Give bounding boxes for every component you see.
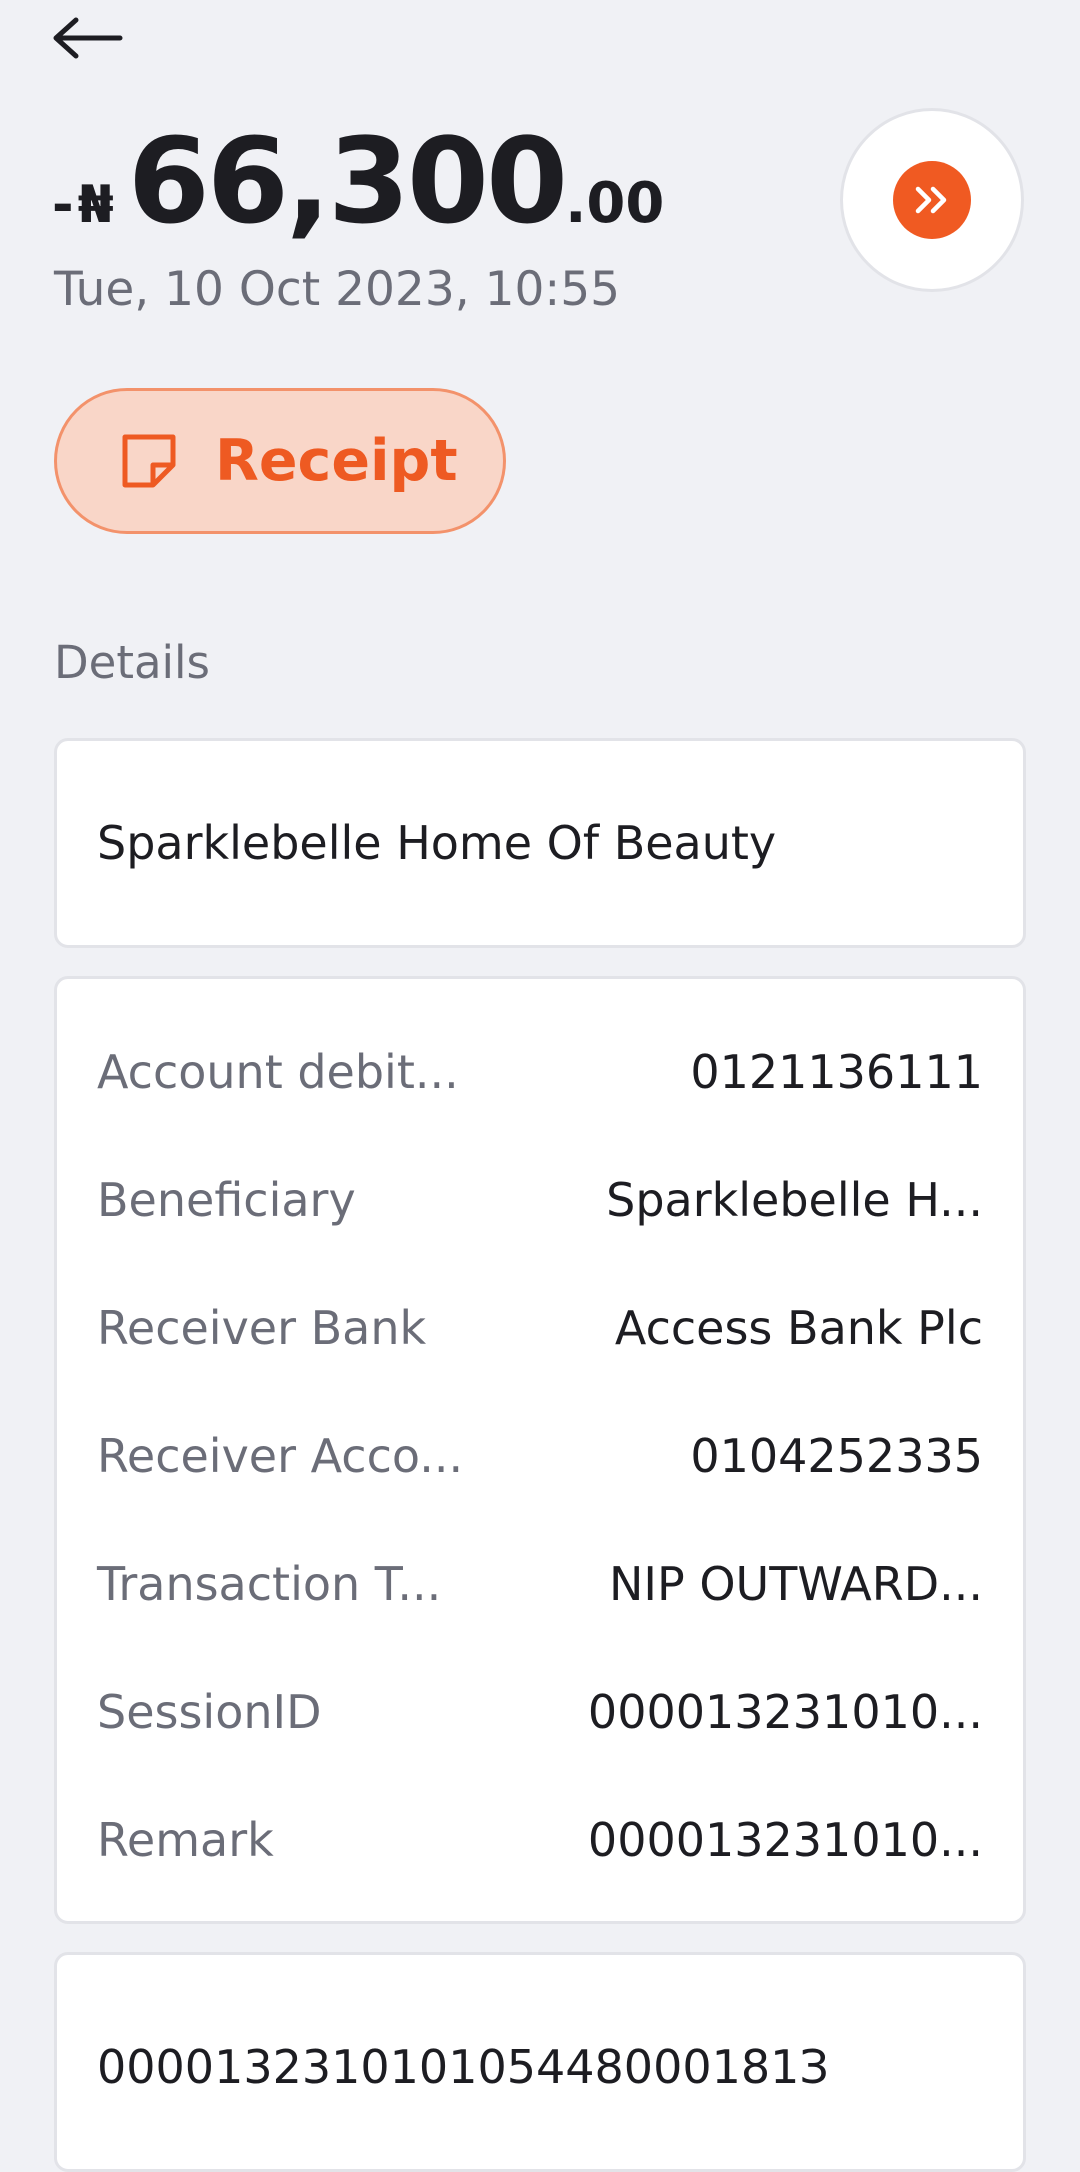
detail-value: 0104252335	[690, 1429, 983, 1483]
amount-sign: -	[52, 175, 74, 235]
receipt-note-icon	[122, 434, 176, 488]
detail-label: Account debit...	[97, 1045, 459, 1099]
detail-row-account-debited: Account debit... 0121136111	[97, 1039, 983, 1167]
detail-row-session-id: SessionID 000013231010...	[97, 1679, 983, 1807]
detail-row-remark: Remark 000013231010...	[97, 1807, 983, 1935]
detail-label: SessionID	[97, 1685, 322, 1739]
detail-label: Receiver Acco...	[97, 1429, 464, 1483]
amount-whole: 66,300	[127, 112, 568, 250]
reference-card: 000013231010105448000181З	[54, 1952, 1026, 2172]
back-button[interactable]	[50, 8, 130, 68]
detail-value: Sparklebelle H...	[606, 1173, 983, 1227]
transaction-amount: - ₦ 66,300 .00	[52, 112, 664, 250]
detail-label: Receiver Bank	[97, 1301, 427, 1355]
transaction-datetime: Tue, 10 Oct 2023, 10:55	[54, 262, 621, 317]
currency-symbol: ₦	[77, 175, 114, 235]
detail-label: Remark	[97, 1813, 274, 1867]
detail-value: NIP OUTWARD...	[609, 1557, 983, 1611]
arrow-left-icon	[53, 17, 123, 59]
detail-row-receiver-account: Receiver Acco... 0104252335	[97, 1423, 983, 1551]
double-chevron-right-icon	[893, 161, 971, 239]
beneficiary-name-card: Sparklebelle Home Of Beauty	[54, 738, 1026, 948]
detail-value: 000013231010...	[587, 1685, 983, 1739]
detail-value: 0121136111	[690, 1045, 983, 1099]
amount-fraction: .00	[565, 171, 665, 236]
detail-value: 000013231010...	[587, 1813, 983, 1867]
receipt-button[interactable]: Receipt	[54, 388, 506, 534]
detail-row-receiver-bank: Receiver Bank Access Bank Plc	[97, 1295, 983, 1423]
detail-label: Beneficiary	[97, 1173, 356, 1227]
share-button[interactable]	[840, 108, 1024, 292]
details-heading: Details	[54, 636, 211, 689]
transaction-details-card: Account debit... 0121136111 Beneficiary …	[54, 976, 1026, 1924]
detail-row-transaction-type: Transaction T... NIP OUTWARD...	[97, 1551, 983, 1679]
detail-row-beneficiary: Beneficiary Sparklebelle H...	[97, 1167, 983, 1295]
receipt-label: Receipt	[215, 428, 458, 494]
detail-label: Transaction T...	[97, 1557, 442, 1611]
beneficiary-name: Sparklebelle Home Of Beauty	[97, 816, 777, 870]
reference-number: 000013231010105448000181З	[97, 2040, 829, 2094]
detail-value: Access Bank Plc	[614, 1301, 983, 1355]
